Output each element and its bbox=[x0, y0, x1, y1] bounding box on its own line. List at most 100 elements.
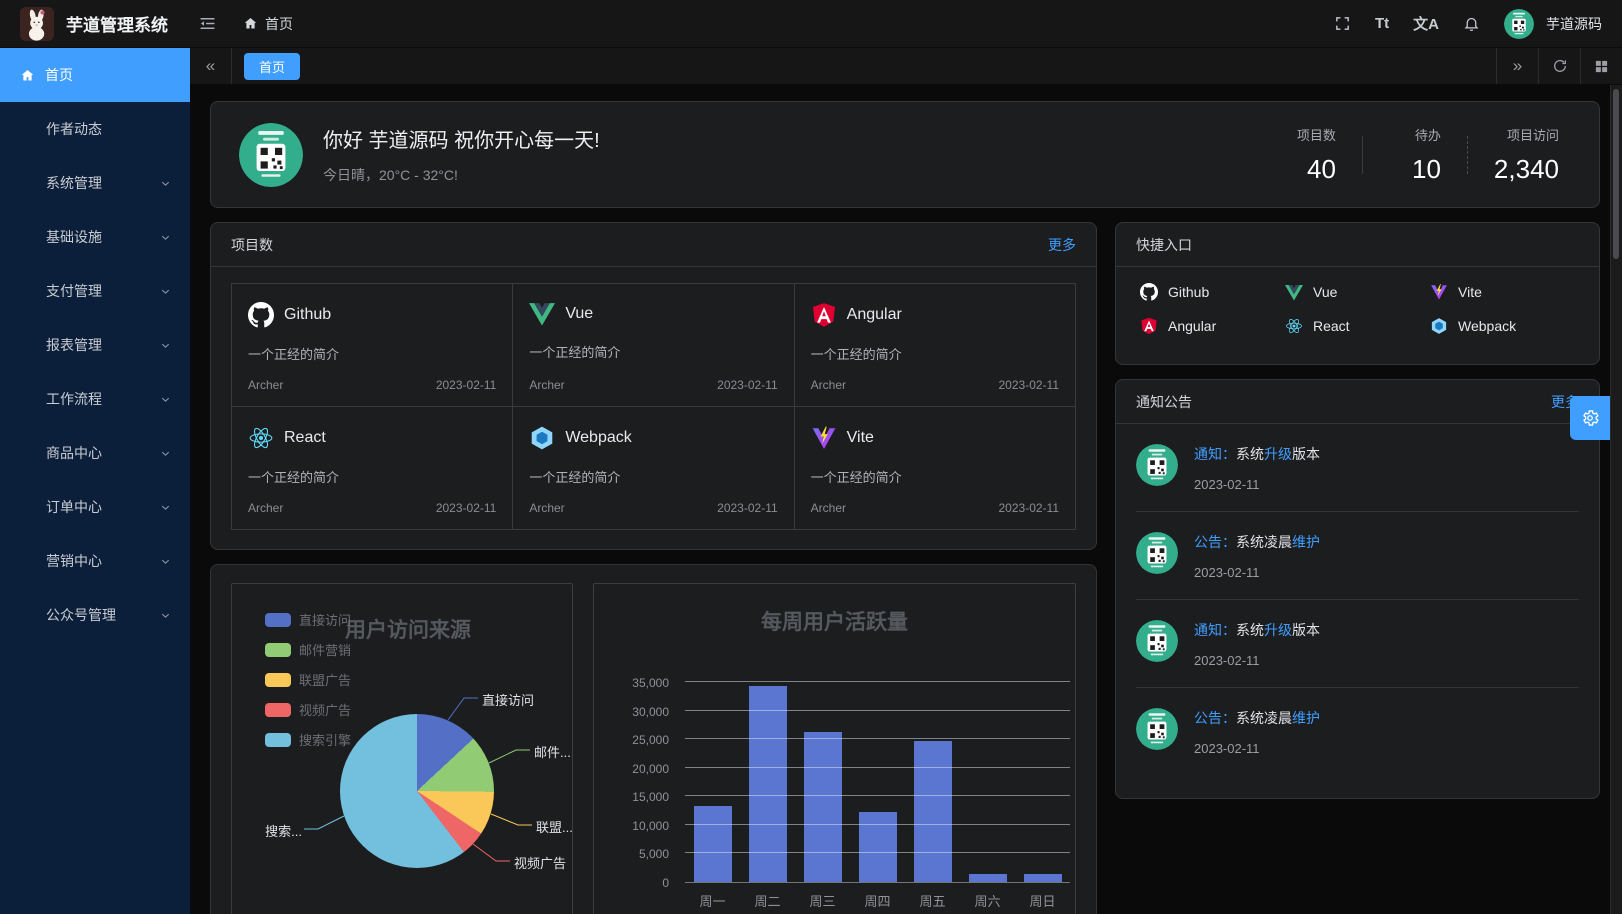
shortcut-vue[interactable]: Vue bbox=[1285, 283, 1430, 301]
project-card-angular[interactable]: Angular 一个正经的简介 Archer2023-02-11 bbox=[795, 284, 1076, 407]
notice-item: 通知：系统升级版本 2023-02-11 bbox=[1136, 424, 1579, 512]
sidebar-item-infra[interactable]: 基础设施 bbox=[0, 210, 190, 264]
webpack-icon bbox=[529, 425, 555, 451]
welcome-avatar bbox=[239, 123, 303, 187]
pie-label: 邮件... bbox=[534, 742, 571, 761]
vite-icon bbox=[1430, 283, 1448, 301]
charts-card: 用户访问来源 直接访问邮件营销联盟广告视频广告搜索引擎 直接访问 邮件... bbox=[210, 564, 1097, 914]
angular-icon bbox=[1140, 317, 1158, 335]
notice-title[interactable]: 公告：系统凌晨维护 bbox=[1194, 708, 1320, 728]
stat-todo: 待办 10 bbox=[1389, 125, 1441, 185]
sidebar-item-product[interactable]: 商品中心 bbox=[0, 426, 190, 480]
fullscreen-icon[interactable] bbox=[1334, 15, 1351, 32]
project-desc: 一个正经的简介 bbox=[811, 467, 1059, 486]
vue-icon bbox=[529, 302, 555, 326]
bar-y-axis: 05,00010,00015,00020,00025,00030,00035,0… bbox=[594, 683, 677, 883]
theme-settings-button[interactable] bbox=[1570, 396, 1610, 440]
shortcut-label: React bbox=[1313, 318, 1350, 334]
vue-icon bbox=[1285, 284, 1303, 301]
y-tick-label: 0 bbox=[662, 876, 669, 890]
tabs-menu-icon[interactable] bbox=[1580, 48, 1622, 84]
notice-avatar bbox=[1136, 532, 1178, 574]
shortcut-react[interactable]: React bbox=[1285, 317, 1430, 335]
sidebar: 首页 作者动态 系统管理 基础设施 支付管理 报表管理 工作流程 商品中心 bbox=[0, 48, 190, 914]
sidebar-item-report[interactable]: 报表管理 bbox=[0, 318, 190, 372]
shortcut-angular[interactable]: Angular bbox=[1140, 317, 1285, 335]
font-size-icon[interactable]: Tt bbox=[1375, 15, 1389, 32]
project-card-react[interactable]: React 一个正经的简介 Archer2023-02-11 bbox=[232, 407, 513, 530]
tabs-scroll-right-button[interactable]: » bbox=[1496, 48, 1538, 84]
pie-label: 搜索... bbox=[250, 821, 302, 840]
locale-icon[interactable]: 文A bbox=[1413, 13, 1439, 34]
project-card-vue[interactable]: Vue 一个正经的简介 Archer2023-02-11 bbox=[513, 284, 794, 407]
sidebar-item-label: 订单中心 bbox=[46, 497, 102, 517]
chevron-down-icon bbox=[159, 501, 172, 514]
chevron-down-icon bbox=[159, 285, 172, 298]
sidebar-item-order[interactable]: 订单中心 bbox=[0, 480, 190, 534]
breadcrumb[interactable]: 首页 bbox=[243, 14, 293, 34]
scrollbar-thumb[interactable] bbox=[1613, 89, 1619, 259]
sidebar-item-label: 基础设施 bbox=[46, 227, 102, 247]
react-icon bbox=[248, 425, 274, 451]
sidebar-item-label: 营销中心 bbox=[46, 551, 102, 571]
notice-item: 公告：系统凌晨维护 2023-02-11 bbox=[1136, 688, 1579, 775]
project-name: Vue bbox=[565, 305, 593, 323]
gridline bbox=[685, 710, 1070, 711]
project-card-github[interactable]: Github 一个正经的简介 Archer2023-02-11 bbox=[232, 284, 513, 407]
home-icon bbox=[243, 16, 258, 31]
sidebar-item-pay[interactable]: 支付管理 bbox=[0, 264, 190, 318]
project-name: Webpack bbox=[565, 429, 631, 447]
pie-label: 视频广告 bbox=[514, 853, 566, 872]
project-desc: 一个正经的简介 bbox=[248, 344, 496, 363]
project-card-webpack[interactable]: Webpack 一个正经的简介 Archer2023-02-11 bbox=[513, 407, 794, 530]
user-avatar[interactable] bbox=[1504, 9, 1534, 39]
notice-title[interactable]: 公告：系统凌晨维护 bbox=[1194, 532, 1320, 552]
sidebar-item-label: 报表管理 bbox=[46, 335, 102, 355]
shortcut-webpack[interactable]: Webpack bbox=[1430, 317, 1575, 335]
stat-value: 10 bbox=[1389, 154, 1441, 185]
refresh-icon[interactable] bbox=[1538, 48, 1580, 84]
bar-chart-title: 每周用户活跃量 bbox=[594, 606, 1075, 636]
project-date: 2023-02-11 bbox=[999, 501, 1060, 515]
notice-title[interactable]: 通知：系统升级版本 bbox=[1194, 444, 1320, 464]
scrollbar-track[interactable] bbox=[1610, 85, 1622, 914]
project-author: Archer bbox=[529, 378, 564, 392]
vite-icon bbox=[811, 425, 837, 451]
notice-title[interactable]: 通知：系统升级版本 bbox=[1194, 620, 1320, 640]
project-author: Archer bbox=[811, 378, 846, 392]
stat-projects: 项目数 40 bbox=[1284, 125, 1336, 185]
notification-bell-icon[interactable] bbox=[1463, 15, 1480, 32]
welcome-greeting: 你好 芋道源码 祝你开心每一天! bbox=[323, 124, 600, 153]
shortcut-github[interactable]: Github bbox=[1140, 283, 1285, 301]
tab-home[interactable]: 首页 bbox=[244, 53, 300, 80]
sidebar-item-workflow[interactable]: 工作流程 bbox=[0, 372, 190, 426]
projects-more-link[interactable]: 更多 bbox=[1048, 235, 1076, 255]
y-tick-label: 5,000 bbox=[639, 847, 669, 861]
username[interactable]: 芋道源码 bbox=[1546, 14, 1602, 34]
app-window: 芋道管理系统 首页 Tt 文A 芋道源码 首页 作者动态 系统管理 基础设施 bbox=[0, 0, 1622, 914]
bar bbox=[914, 741, 952, 882]
main-content: 你好 芋道源码 祝你开心每一天! 今日晴，20°C - 32°C! 项目数 40… bbox=[190, 85, 1622, 914]
sidebar-item-marketing[interactable]: 营销中心 bbox=[0, 534, 190, 588]
x-tick-label: 周四 bbox=[850, 891, 905, 910]
gridline bbox=[685, 852, 1070, 853]
shortcut-vite[interactable]: Vite bbox=[1430, 283, 1575, 301]
projects-card: 项目数 更多 Github 一个正经的简介 Archer2023-02-11 bbox=[210, 222, 1097, 550]
sidebar-item-home[interactable]: 首页 bbox=[0, 48, 190, 102]
y-tick-label: 25,000 bbox=[632, 733, 669, 747]
pie-label: 直接访问 bbox=[482, 690, 534, 709]
tabs-scroll-left-button[interactable]: « bbox=[190, 48, 232, 84]
x-tick-label: 周一 bbox=[685, 891, 740, 910]
project-card-vite[interactable]: Vite 一个正经的简介 Archer2023-02-11 bbox=[795, 407, 1076, 530]
sidebar-item-label: 作者动态 bbox=[46, 119, 102, 139]
gridline bbox=[685, 795, 1070, 796]
webpack-icon bbox=[1430, 317, 1448, 335]
shortcut-label: Webpack bbox=[1458, 318, 1516, 334]
notice-date: 2023-02-11 bbox=[1194, 477, 1320, 492]
sidebar-item-system[interactable]: 系统管理 bbox=[0, 156, 190, 210]
sidebar-item-author-news[interactable]: 作者动态 bbox=[0, 102, 190, 156]
stat-label: 待办 bbox=[1389, 125, 1441, 144]
sidebar-fold-icon[interactable] bbox=[198, 14, 217, 33]
sidebar-item-wechat-mp[interactable]: 公众号管理 bbox=[0, 588, 190, 642]
sidebar-item-label: 首页 bbox=[45, 65, 73, 85]
